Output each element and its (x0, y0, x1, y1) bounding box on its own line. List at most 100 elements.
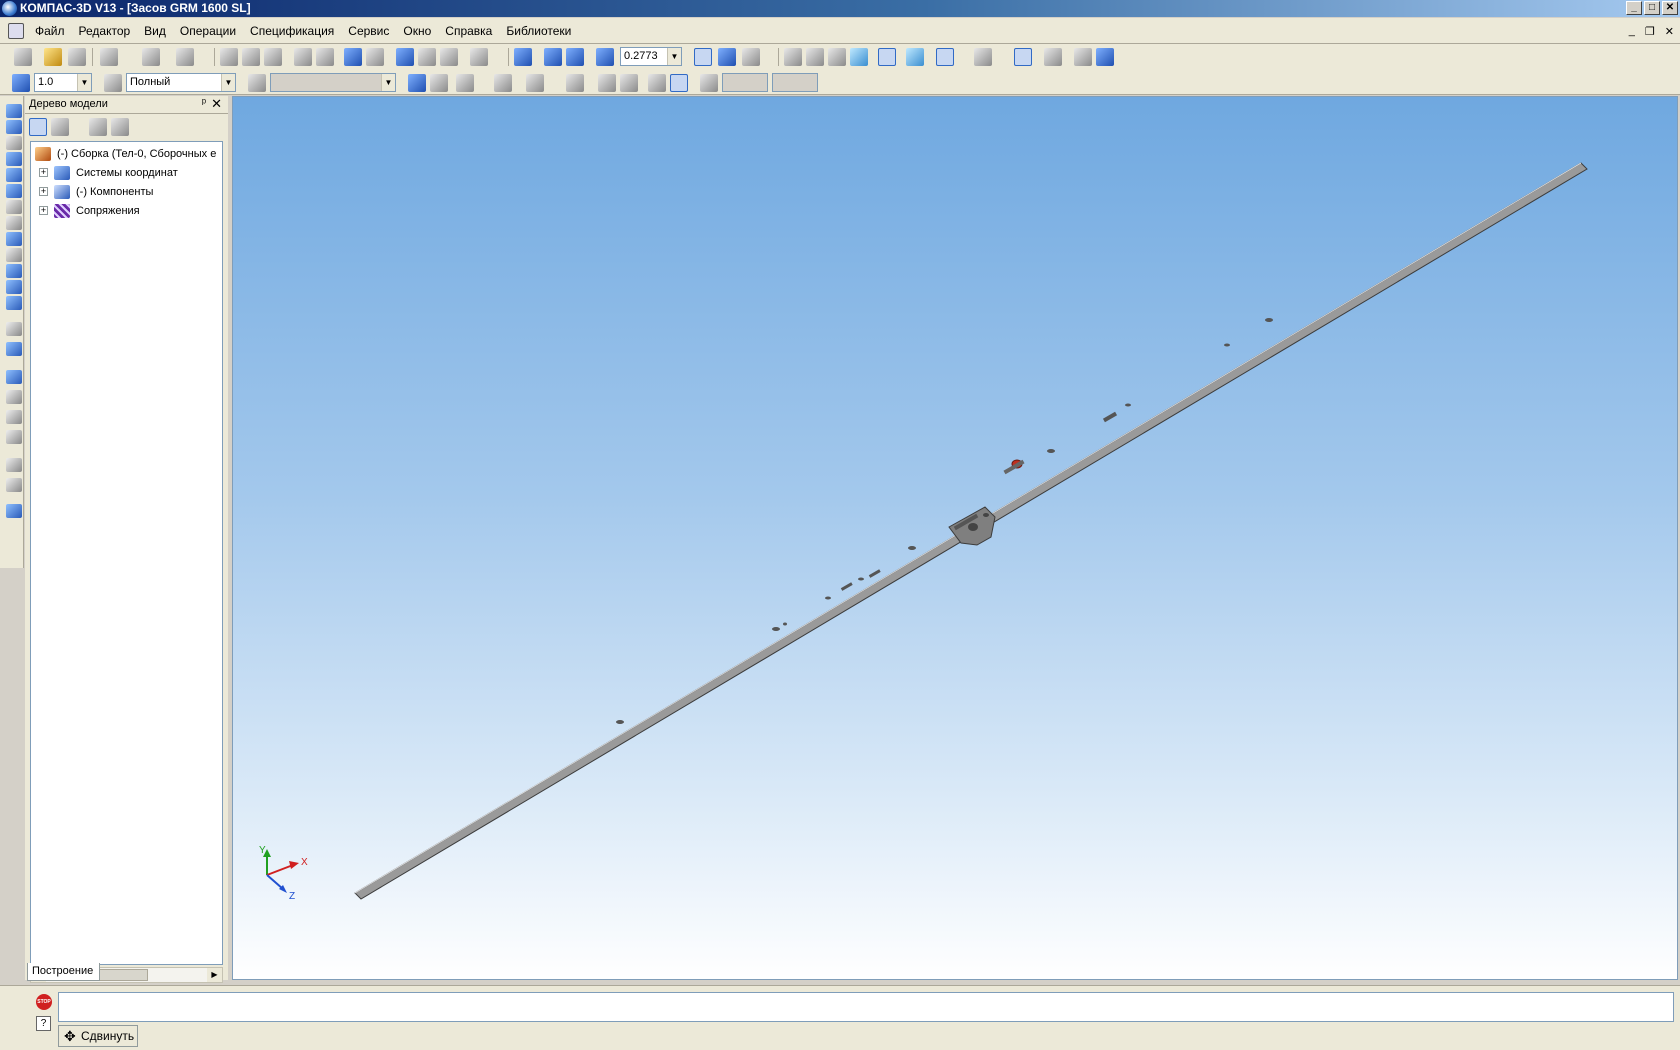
hidden-lines-icon[interactable] (806, 48, 824, 66)
sheet-metal-icon[interactable] (6, 296, 22, 310)
menu-specification[interactable]: Спецификация (243, 18, 341, 44)
zoom-in-icon[interactable] (544, 48, 562, 66)
snap-mode-icon[interactable] (566, 74, 584, 92)
sketch-icon[interactable] (430, 74, 448, 92)
corner-icon[interactable] (620, 74, 638, 92)
ortho-icon[interactable] (494, 74, 512, 92)
zoom-input[interactable]: 0.2773 ▼ (620, 47, 682, 66)
open-folder-icon[interactable] (44, 48, 62, 66)
local-cs-icon[interactable] (408, 74, 426, 92)
perspective-icon[interactable] (906, 48, 924, 66)
zoom-all-icon[interactable] (514, 48, 532, 66)
maximize-button[interactable]: □ (1644, 1, 1660, 15)
help-button[interactable]: ? (36, 1016, 51, 1031)
menu-service[interactable]: Сервис (341, 18, 396, 44)
arrays-icon[interactable] (6, 168, 22, 182)
move-component-icon[interactable] (6, 390, 22, 404)
variables-icon[interactable] (316, 48, 334, 66)
menu-view[interactable]: Вид (137, 18, 173, 44)
tree-view-icon[interactable] (29, 118, 47, 136)
x-coordinate-field[interactable] (722, 73, 768, 92)
auxiliary-icon[interactable] (6, 184, 22, 198)
print-preview-icon[interactable] (142, 48, 160, 66)
stop-button[interactable]: STOP (36, 994, 52, 1010)
menu-operations[interactable]: Операции (173, 18, 243, 44)
chevron-down-icon[interactable]: ▼ (381, 74, 395, 91)
attach-icon[interactable] (6, 200, 22, 214)
pan-icon[interactable] (694, 48, 712, 66)
orientation-icon[interactable] (742, 48, 760, 66)
tree-filter-icon[interactable] (89, 118, 107, 136)
shaded-edges-icon[interactable] (878, 48, 896, 66)
tab-build[interactable]: Построение (27, 963, 100, 981)
menu-editor[interactable]: Редактор (72, 18, 138, 44)
collision-icon[interactable] (6, 458, 22, 472)
snap-icon[interactable] (1014, 48, 1032, 66)
menu-file[interactable]: Файл (28, 18, 72, 44)
properties-icon[interactable] (294, 48, 312, 66)
shaded-icon[interactable] (850, 48, 868, 66)
chevron-down-icon[interactable]: ▼ (667, 48, 681, 65)
tab-move[interactable]: ✥ Сдвинуть (58, 1025, 138, 1047)
mdi-close-button[interactable]: ✕ (1665, 25, 1674, 38)
filters-icon[interactable] (6, 232, 22, 246)
wireframe-icon[interactable] (784, 48, 802, 66)
grid-icon[interactable] (526, 74, 544, 92)
macro-icon[interactable] (456, 74, 474, 92)
tree-item-components[interactable]: + (-) Компоненты (39, 182, 153, 201)
copy-icon[interactable] (242, 48, 260, 66)
pin-icon[interactable]: ᵖ (202, 97, 206, 109)
xy-icon[interactable] (700, 74, 718, 92)
step-input[interactable]: 1.0 ▼ (34, 73, 92, 92)
function-icon[interactable] (440, 48, 458, 66)
thin-lines-icon[interactable] (828, 48, 846, 66)
rotate-component-icon[interactable] (6, 410, 22, 424)
select-icon[interactable] (974, 48, 992, 66)
new-component-icon[interactable] (6, 370, 22, 384)
measure-icon[interactable] (6, 280, 22, 294)
save-icon[interactable] (68, 48, 86, 66)
edit-assembly-icon[interactable] (6, 104, 22, 118)
tree-item-mates[interactable]: + Сопряжения (39, 201, 140, 220)
expand-icon[interactable]: + (39, 206, 48, 215)
display-mode-select[interactable]: Полный ▼ (126, 73, 236, 92)
coordinate-step-icon[interactable] (12, 74, 30, 92)
redo-icon[interactable] (366, 48, 384, 66)
report-icon[interactable] (6, 264, 22, 278)
expand-icon[interactable]: + (39, 168, 48, 177)
print-icon[interactable] (100, 48, 118, 66)
manager-panel-icon[interactable] (1074, 48, 1092, 66)
expand-icon[interactable]: + (39, 187, 48, 196)
open-component-icon[interactable] (6, 342, 22, 356)
refresh-icon[interactable] (1096, 48, 1114, 66)
surfaces-icon[interactable] (6, 152, 22, 166)
section-icon[interactable] (6, 478, 22, 492)
filter-icon[interactable] (936, 48, 954, 66)
spec-icon[interactable] (6, 248, 22, 262)
style-select[interactable]: ▼ (270, 73, 396, 92)
minimize-button[interactable]: _ (1626, 1, 1642, 15)
tree-item-coordinate-systems[interactable]: + Системы координат (39, 163, 178, 182)
scroll-right-icon[interactable]: ▶ (207, 968, 222, 982)
manager-icon[interactable] (396, 48, 414, 66)
dimensions-icon[interactable] (6, 216, 22, 230)
paste-icon[interactable] (264, 48, 282, 66)
libraries-panel-icon[interactable] (6, 504, 22, 518)
rebuild-icon[interactable] (1044, 48, 1062, 66)
mdi-minimize-button[interactable]: _ (1629, 25, 1635, 38)
mdi-restore-button[interactable]: ❐ (1645, 25, 1655, 38)
cursor-coords-icon[interactable] (670, 74, 688, 92)
library-icon[interactable] (418, 48, 436, 66)
close-button[interactable]: ✕ (1662, 1, 1678, 15)
curves-icon[interactable] (6, 136, 22, 150)
y-coordinate-field[interactable] (772, 73, 818, 92)
3d-viewport[interactable]: Y X Z (232, 96, 1678, 980)
undo-icon[interactable] (344, 48, 362, 66)
menu-libraries[interactable]: Библиотеки (499, 18, 578, 44)
zoom-out-icon[interactable] (566, 48, 584, 66)
chevron-down-icon[interactable]: ▼ (221, 74, 235, 91)
context-help-icon[interactable] (470, 48, 488, 66)
layers-icon[interactable] (104, 74, 122, 92)
style-icon[interactable] (248, 74, 266, 92)
document-icon[interactable] (8, 23, 24, 39)
